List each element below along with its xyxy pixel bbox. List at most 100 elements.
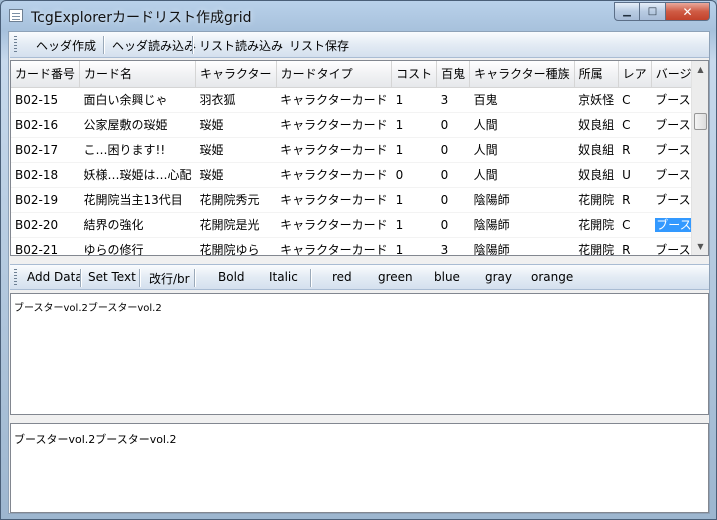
grid-cell[interactable]: B02-21 (11, 237, 80, 255)
grid-cell[interactable]: U (618, 162, 652, 188)
table-row[interactable]: B02-15面白い余興じゃ羽衣狐キャラクターカード13百鬼京妖怪Cブースターvo… (11, 87, 708, 113)
column-header[interactable]: キャラクター (195, 61, 277, 88)
green-color-button[interactable]: green (378, 270, 413, 284)
grid-cell[interactable]: こ…困ります!! (79, 137, 196, 163)
grid-vertical-scrollbar[interactable]: ▲ ▼ (691, 61, 708, 255)
grid-cell[interactable]: 3 (436, 237, 470, 255)
italic-button[interactable]: Italic (269, 270, 298, 284)
column-header[interactable]: カード名 (79, 61, 197, 88)
grid-cell[interactable]: 花開院秀元 (195, 187, 277, 213)
grid-cell[interactable]: 陰陽師 (469, 212, 575, 238)
grid-cell[interactable]: キャラクターカード (276, 112, 392, 138)
grid-cell[interactable]: R (618, 137, 652, 163)
grid-cell[interactable]: キャラクターカード (276, 212, 392, 238)
column-header[interactable]: レア (618, 61, 652, 88)
grid-cell[interactable]: 0 (436, 112, 470, 138)
blue-color-button[interactable]: blue (434, 270, 460, 284)
grid-cell[interactable]: 花開院 (574, 187, 619, 213)
red-color-button[interactable]: red (332, 270, 352, 284)
grid-cell[interactable]: キャラクターカード (276, 237, 392, 255)
grid-cell[interactable]: 0 (436, 137, 470, 163)
grid-cell[interactable]: 羽衣狐 (195, 87, 277, 113)
grid-cell[interactable]: 陰陽師 (469, 187, 575, 213)
orange-color-button[interactable]: orange (531, 270, 573, 284)
scroll-up-arrow-icon[interactable]: ▲ (692, 61, 708, 78)
create-header-button[interactable]: ヘッダ作成 (36, 37, 96, 54)
load-header-button[interactable]: ヘッダ読み込み (112, 37, 196, 54)
grid-cell[interactable]: 花開院ゆら (195, 237, 277, 255)
grid-cell[interactable]: 花開院 (574, 212, 619, 238)
line-break-button[interactable]: 改行/br (149, 270, 190, 287)
grid-cell[interactable]: 0 (436, 187, 470, 213)
grid-cell[interactable]: C (618, 112, 652, 138)
column-header[interactable]: キャラクター種族 (469, 61, 575, 88)
bold-button[interactable]: Bold (218, 270, 245, 284)
grid-cell[interactable]: 珱姫 (195, 112, 277, 138)
table-row[interactable]: B02-18妖様…珱姫は…心配珱姫キャラクターカード00人間奴良組Uブースターv… (11, 162, 708, 188)
column-header[interactable]: 百鬼 (436, 61, 471, 88)
grid-cell[interactable]: 妖様…珱姫は…心配 (79, 162, 196, 188)
toolbar-grip-icon[interactable] (14, 36, 17, 54)
grid-cell[interactable]: キャラクターカード (276, 162, 392, 188)
grid-cell[interactable]: キャラクターカード (276, 87, 392, 113)
grid-cell[interactable]: 陰陽師 (469, 237, 575, 255)
column-header[interactable]: 所属 (574, 61, 619, 88)
scroll-thumb[interactable] (694, 113, 707, 130)
grid-cell[interactable]: 1 (391, 237, 437, 255)
grid-cell[interactable]: B02-19 (11, 187, 80, 213)
table-row[interactable]: B02-20結界の強化花開院是光キャラクターカード10陰陽師花開院Cブースターv… (11, 212, 708, 238)
add-data-button[interactable]: Add Data (27, 270, 83, 284)
grid-cell[interactable]: 花開院 (574, 237, 619, 255)
toolbar-grip-icon[interactable] (14, 269, 17, 287)
table-row[interactable]: B02-16公家屋敷の珱姫珱姫キャラクターカード10人間奴良組Cブースターvol… (11, 112, 708, 138)
table-row[interactable]: B02-21ゆらの修行花開院ゆらキャラクターカード13陰陽師花開院Rブースターv… (11, 237, 708, 255)
grid-cell[interactable]: 人間 (469, 112, 575, 138)
grid-cell[interactable]: キャラクターカード (276, 137, 392, 163)
grid-cell[interactable]: 珱姫 (195, 162, 277, 188)
grid-cell[interactable]: 0 (436, 162, 470, 188)
load-list-button[interactable]: リスト読み込み (199, 37, 283, 54)
grid-cell[interactable]: 0 (436, 212, 470, 238)
table-row[interactable]: B02-19 花開院当主13代目 花開院秀元 キャラクターカード 1 0 陰陽師 花開院 R ブー… (11, 187, 708, 213)
grid-cell[interactable]: B02-17 (11, 137, 80, 163)
grid-cell[interactable]: B02-18 (11, 162, 80, 188)
grid-cell[interactable]: R (618, 187, 652, 213)
grid-cell[interactable]: C (618, 87, 652, 113)
table-row[interactable]: B02-17こ…困ります!!珱姫キャラクターカード10人間奴良組Rブースターvo… (11, 137, 708, 163)
grid-cell[interactable]: 人間 (469, 137, 575, 163)
grid-cell[interactable]: C (618, 212, 652, 238)
close-button[interactable]: ✕ (666, 2, 710, 21)
card-list-grid[interactable]: カード番号 カード名 キャラクター カードタイプ コスト 百鬼 キャラクター種族 所属 レア バー… (10, 60, 709, 256)
grid-cell[interactable]: B02-15 (11, 87, 80, 113)
scroll-down-arrow-icon[interactable]: ▼ (692, 238, 708, 255)
minimize-button[interactable]: ▁ (614, 2, 640, 21)
text-editor[interactable]: ブースターvol.2ブースターvol.2 (10, 293, 709, 415)
grid-cell[interactable]: 花開院是光 (195, 212, 277, 238)
column-header[interactable]: カード番号 (11, 61, 81, 88)
title-bar[interactable]: TcgExplorerカードリスト作成grid ▁ □ ✕ (1, 1, 716, 29)
save-list-button[interactable]: リスト保存 (289, 37, 349, 54)
grid-cell[interactable]: 奴良組 (574, 112, 619, 138)
grid-cell[interactable]: 奴良組 (574, 137, 619, 163)
grid-cell[interactable]: 公家屋敷の珱姫 (79, 112, 196, 138)
grid-cell[interactable]: 1 (391, 87, 437, 113)
grid-cell[interactable]: キャラクターカード (276, 187, 392, 213)
grid-cell[interactable]: 花開院当主13代目 (79, 187, 196, 213)
preview-panel[interactable]: ブースターvol.2ブースターvol.2 (10, 423, 709, 513)
grid-cell[interactable]: R (618, 237, 652, 255)
gray-color-button[interactable]: gray (485, 270, 512, 284)
panel-splitter[interactable] (10, 415, 709, 423)
column-header[interactable]: カードタイプ (276, 61, 393, 88)
grid-cell[interactable]: 3 (436, 87, 470, 113)
grid-cell[interactable]: 1 (391, 137, 437, 163)
grid-cell[interactable]: 面白い余興じゃ (79, 87, 196, 113)
grid-cell[interactable]: 1 (391, 212, 437, 238)
grid-cell[interactable]: 百鬼 (469, 87, 575, 113)
grid-cell[interactable]: ゆらの修行 (79, 237, 196, 255)
grid-cell[interactable]: 0 (391, 162, 437, 188)
grid-cell[interactable]: 1 (391, 187, 437, 213)
grid-cell[interactable]: 奴良組 (574, 162, 619, 188)
maximize-button[interactable]: □ (640, 2, 666, 21)
set-text-button[interactable]: Set Text (88, 270, 136, 284)
grid-cell[interactable]: B02-16 (11, 112, 80, 138)
